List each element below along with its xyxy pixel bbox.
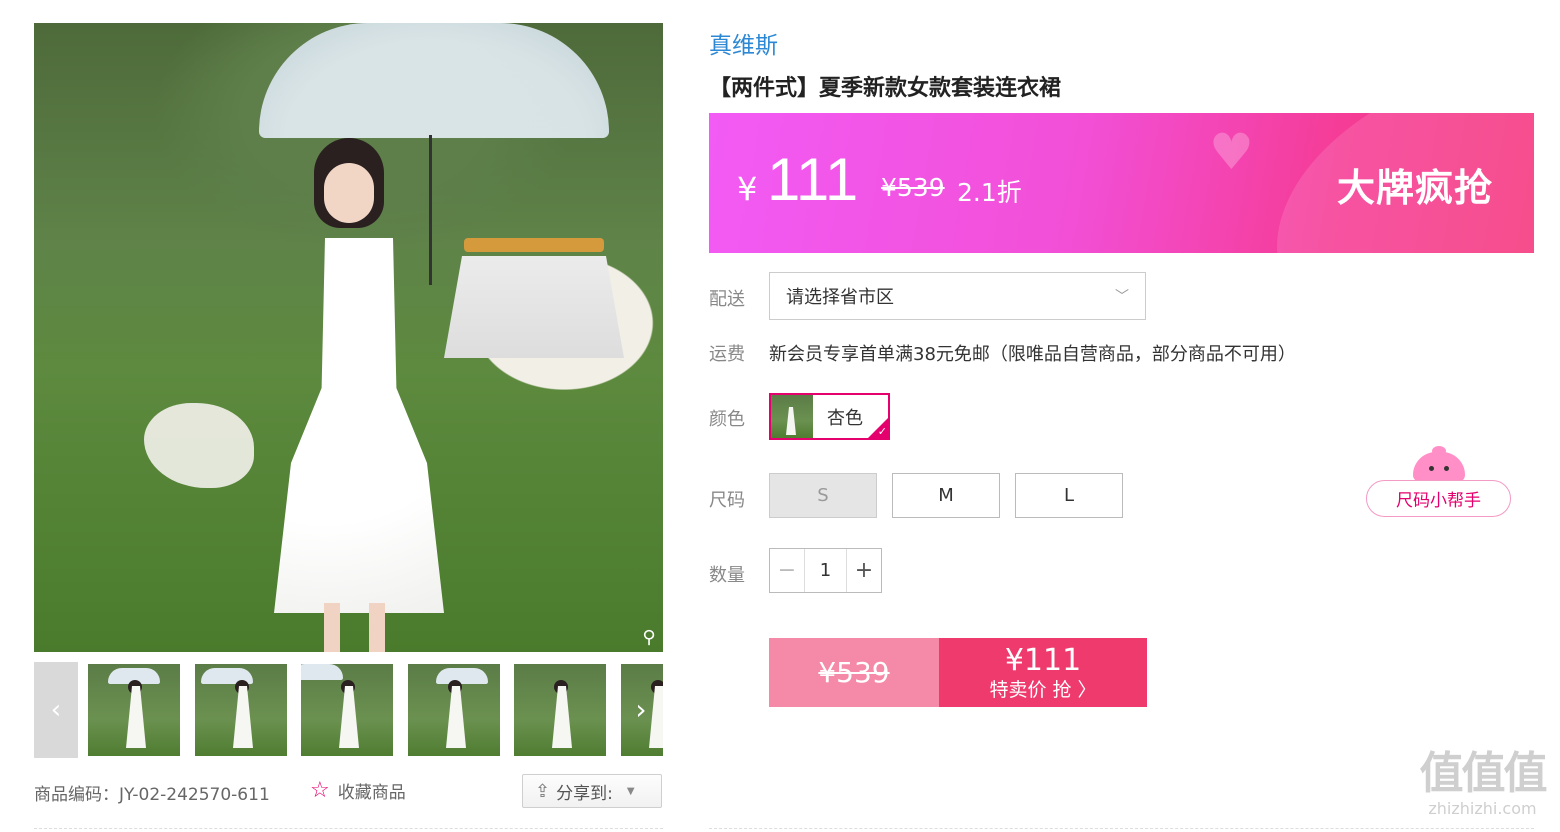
color-option-selected[interactable]: 杏色 ✓ [769, 393, 890, 440]
region-select-value: 请选择省市区 [786, 287, 894, 308]
delivery-label: 配送 [709, 289, 745, 310]
quantity-decrease-button[interactable]: − [770, 549, 805, 592]
discount-rate: 2.1折 [957, 178, 1022, 207]
region-select[interactable]: 请选择省市区 ﹀ [769, 272, 1146, 320]
image-umbrella [259, 23, 609, 138]
thumbnail-item[interactable] [195, 664, 287, 756]
size-label: 尺码 [709, 490, 745, 511]
buy-price: ¥111 [1004, 642, 1082, 678]
watermark-logo: 值值值 [1419, 748, 1548, 799]
quantity-increase-button[interactable]: + [846, 549, 881, 592]
image-dress [274, 238, 444, 613]
currency-symbol: ¥ [737, 170, 758, 208]
image-umbrella-stick [429, 135, 432, 285]
color-swatch-image [771, 395, 813, 438]
caret-down-icon: ▼ [626, 785, 635, 797]
size-option-s[interactable]: S [769, 473, 877, 518]
image-leg [369, 603, 385, 652]
shipping-info: 新会员专享首单满38元免邮（限唯品自营商品，部分商品不可用） [769, 344, 1296, 365]
chevron-down-icon: ﹀ [1115, 289, 1129, 305]
product-sku: 商品编码：JY-02-242570-611 [34, 785, 270, 805]
chevron-right-icon: › [635, 693, 647, 726]
share-icon: ⇪ [535, 780, 551, 802]
brand-link[interactable]: 真维斯 [709, 26, 778, 60]
image-tent [444, 256, 624, 358]
zoom-icon[interactable]: ⚲ [639, 628, 659, 648]
chevron-left-icon: ‹ [50, 695, 62, 725]
thumbnail-item[interactable] [408, 664, 500, 756]
star-icon: ☆ [310, 777, 330, 803]
image-flowers [144, 403, 254, 488]
buy-original-price: ¥539 [769, 638, 939, 707]
color-label: 颜色 [709, 409, 745, 430]
image-leg [324, 603, 340, 652]
favorite-label: 收藏商品 [337, 783, 406, 803]
thumbnail-next-button[interactable]: › [619, 662, 663, 758]
divider [34, 828, 663, 829]
quantity-input[interactable]: 1 [805, 549, 846, 592]
image-model-face [324, 163, 374, 223]
thumbnail-item[interactable] [88, 664, 180, 756]
size-option-m[interactable]: M [892, 473, 1000, 518]
divider [709, 828, 1534, 829]
price-banner: ♥ ¥ 111 ¥539 2.1折 大牌疯抢 [709, 113, 1534, 253]
buy-button-group: ¥539 ¥111 特卖价 抢 〉 [769, 638, 1147, 707]
quantity-stepper: − 1 + [769, 548, 882, 593]
shipping-label: 运费 [709, 344, 745, 365]
original-price: ¥539 [881, 173, 945, 202]
product-title: 【两件式】夏季新款女款套装连衣裙 [709, 76, 1062, 101]
thumbnail-prev-button[interactable]: ‹ [34, 662, 78, 758]
color-option-label: 杏色 [827, 407, 863, 429]
site-watermark: 值值值 zhizhizhi.com [1410, 748, 1555, 818]
sale-price: 111 [767, 146, 859, 213]
share-button[interactable]: ⇪ 分享到: ▼ [522, 774, 662, 808]
share-label: 分享到: [556, 783, 613, 804]
product-main-image[interactable]: ⚲ [34, 23, 663, 652]
quantity-label: 数量 [709, 565, 745, 586]
heart-icon: ♥ [1209, 123, 1254, 181]
check-icon: ✓ [877, 425, 887, 438]
buy-now-button[interactable]: ¥111 特卖价 抢 〉 [939, 638, 1147, 707]
watermark-url: zhizhizhi.com [1428, 799, 1537, 818]
thumbnail-item[interactable] [514, 664, 606, 756]
buy-label: 特卖价 抢 〉 [989, 678, 1097, 701]
mascot-icon [1413, 452, 1465, 482]
thumbnail-strip: ‹ › [34, 662, 663, 758]
image-tent-trim [464, 238, 604, 252]
promo-title: 大牌疯抢 [1337, 166, 1494, 210]
thumbnail-item[interactable] [301, 664, 393, 756]
favorite-button[interactable]: ☆ 收藏商品 [310, 778, 406, 803]
size-option-l[interactable]: L [1015, 473, 1123, 518]
size-helper-button[interactable]: 尺码小帮手 [1366, 480, 1511, 517]
